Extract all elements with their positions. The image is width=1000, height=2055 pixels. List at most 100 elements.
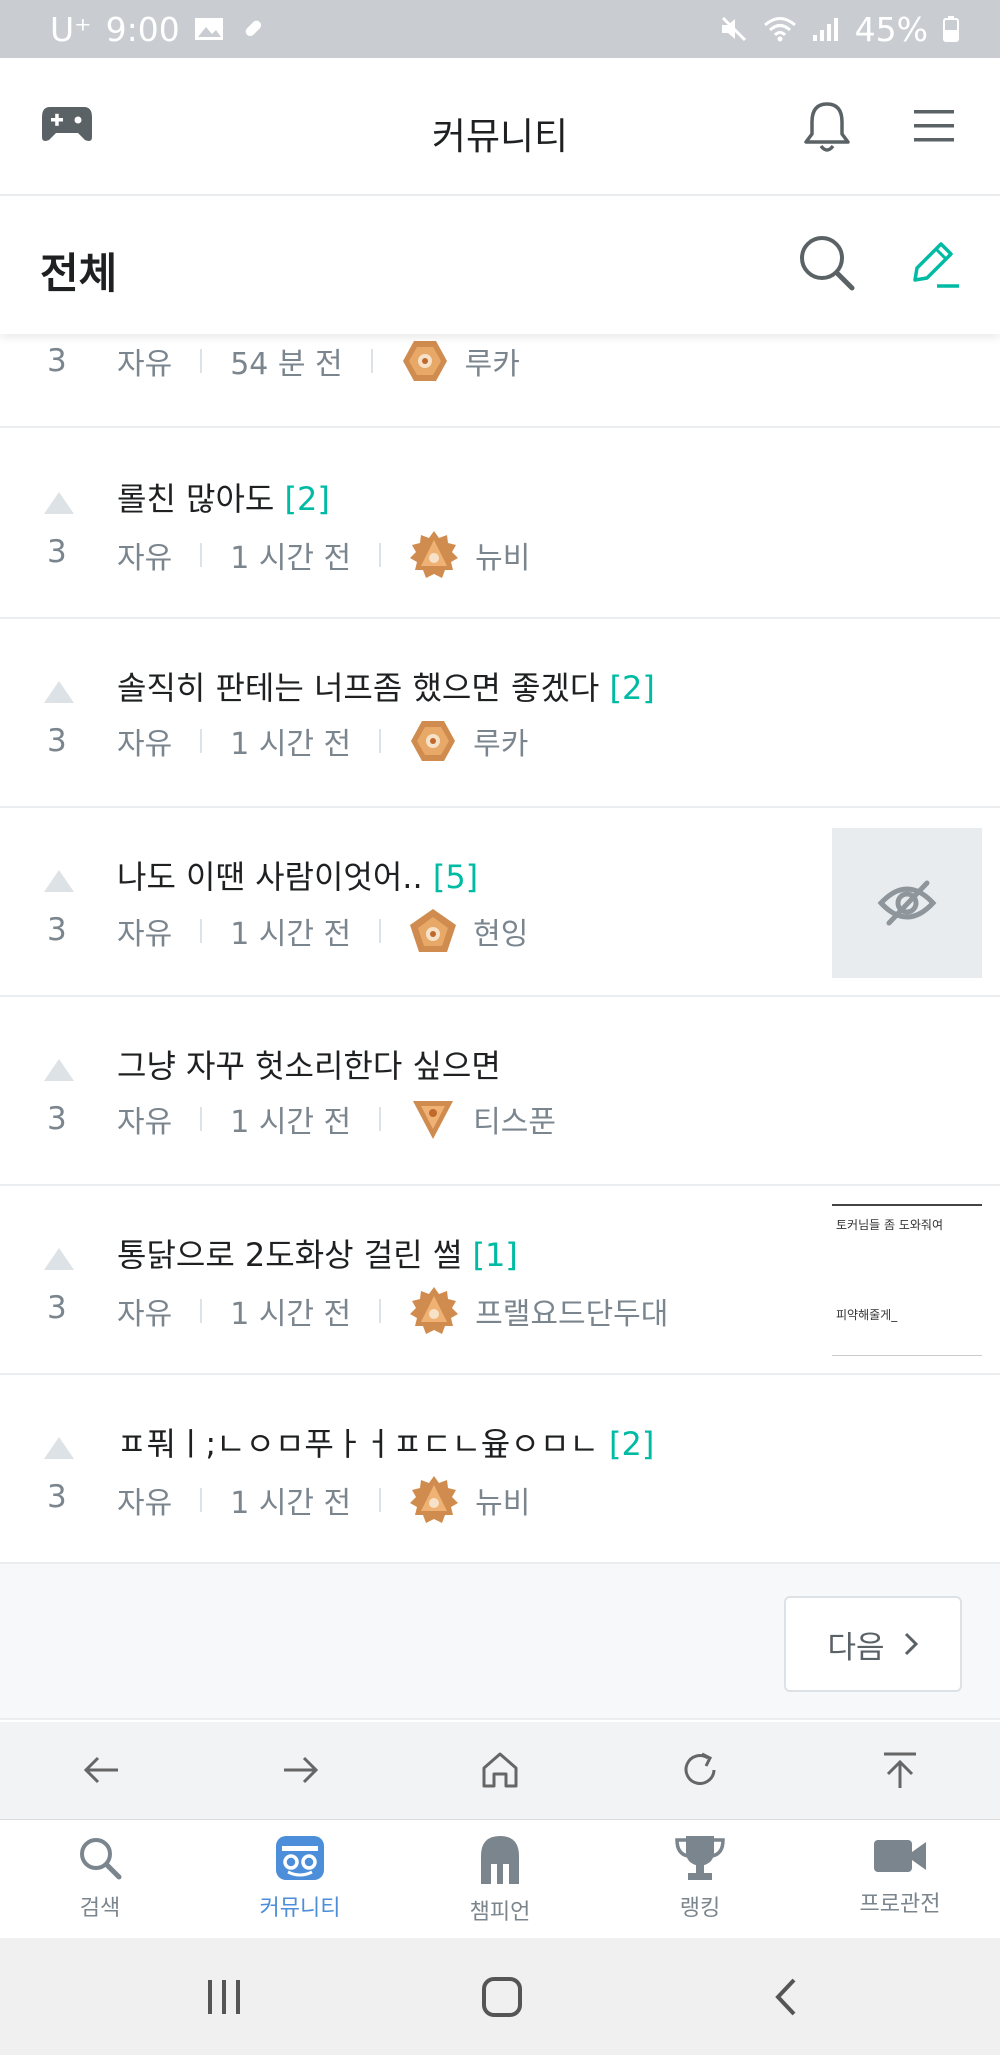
post-title[interactable]: 통닭으로 2도화상 걸린 썰 [1] [117,1230,518,1276]
author-name[interactable]: 루카 [465,339,520,383]
comment-count: [1] [472,1236,518,1274]
tab-ranking[interactable]: 랭킹 [600,1834,800,1922]
meta-divider [200,1488,203,1512]
author-name[interactable]: 뉴비 [475,1478,530,1522]
trophy-icon [675,1836,725,1880]
tab-search[interactable]: 검색 [0,1834,200,1922]
post-title[interactable]: ㅍ풔ㅣ;ㄴㅇㅁ푸ㅏㅓㅍㄷㄴ윺ㅇㅁㄴ [2] [117,1419,654,1465]
helmet-icon [481,1836,519,1884]
post-time: 1 시간 전 [230,727,352,762]
back-button-icon[interactable] [766,1976,806,2018]
comment-count: [2] [609,669,655,707]
tab-champion[interactable]: 챔피언 [400,1834,600,1926]
gallery-notification-icon [194,18,223,40]
community-icon [276,1836,324,1880]
post-title-text: 나도 이땐 사람이엇어.. [117,858,423,896]
forward-arrow-icon[interactable] [278,1748,322,1792]
post-row[interactable]: 3 그냥 자꾸 헛소리한다 싶으면 자유 1 시간 전 티스푼 [0,997,1000,1186]
meta-divider [379,543,382,567]
back-arrow-icon[interactable] [80,1748,124,1792]
upvote-arrow-icon[interactable] [44,1059,74,1081]
write-pencil-icon[interactable] [905,236,961,292]
tier-badge-icon [410,1287,459,1334]
post-meta: 자유 1 시간 전 현잉 [117,908,528,954]
upvote-arrow-icon[interactable] [44,870,74,892]
post-title-text: 솔직히 판테는 너프좀 했으면 좋겠다 [117,669,600,707]
comment-count: [2] [284,480,330,518]
browser-toolbar [0,1722,1000,1820]
tier-badge-icon [402,341,447,381]
tab-community[interactable]: 커뮤니티 [200,1834,400,1922]
board-title[interactable]: 전체 [40,240,117,301]
bell-icon[interactable] [800,98,854,154]
post-row[interactable]: 3 롤친 많아도 [2] 자유 1 시간 전 뉴비 [0,430,1000,619]
battery-icon [943,16,959,42]
bottom-tab-bar: 검색 커뮤니티 챔피언 랭킹 프로관전 [0,1820,1000,1938]
home-icon[interactable] [478,1748,522,1792]
search-icon [80,1838,122,1880]
meta-divider [200,543,203,567]
battery-percent: 45% [854,9,928,49]
post-list: 3 자유 54 분 전 루카 3 롤친 많아도 [2] 자유 1 시간 전 뉴비… [0,334,1000,1564]
refresh-icon[interactable] [678,1748,722,1792]
home-button-icon[interactable] [480,1976,524,2018]
author-name[interactable]: 뉴비 [475,533,530,577]
next-page-label: 다음 [827,1629,885,1666]
upvote-arrow-icon[interactable] [44,1248,74,1270]
board-name: 자유 [117,541,173,576]
recent-apps-icon[interactable] [202,1976,246,2018]
post-row[interactable]: 3 솔직히 판테는 너프좀 했으면 좋겠다 [2] 자유 1 시간 전 루카 [0,619,1000,808]
app-bar: 커뮤니티 [0,58,1000,196]
wifi-icon [763,17,796,42]
post-title[interactable]: 솔직히 판테는 너프좀 했으면 좋겠다 [2] [117,663,655,709]
video-camera-icon [874,1840,926,1872]
post-meta: 자유 54 분 전 루카 [117,339,520,383]
status-bar: U⁺ 9:00 45% [0,0,1000,58]
meta-divider [200,919,203,943]
author-name[interactable]: 루카 [473,719,528,763]
post-thumbnail-image[interactable]: 토커님들 좀 도와줘여 피약해줄게_ [832,1204,982,1356]
thumbnail-caption: 토커님들 좀 도와줘여 [836,1218,943,1232]
board-name: 자유 [117,727,173,762]
post-title-text: 그냥 자꾸 헛소리한다 싶으면 [117,1047,501,1085]
upvote-arrow-icon[interactable] [44,1437,74,1459]
post-row[interactable]: 3 통닭으로 2도화상 걸린 썰 [1] 자유 1 시간 전 프랠요드단두대 토… [0,1186,1000,1375]
upvote-arrow-icon[interactable] [44,681,74,703]
signal-icon [812,18,838,41]
post-title[interactable]: 그냥 자꾸 헛소리한다 싶으면 [117,1041,501,1087]
vote-count: 3 [47,1290,67,1326]
tab-pro-match[interactable]: 프로관전 [800,1834,1000,1918]
post-row[interactable]: 3 자유 54 분 전 루카 [0,334,1000,428]
post-meta: 자유 1 시간 전 프랠요드단두대 [117,1286,668,1336]
meta-divider [379,729,382,753]
author-name[interactable]: 프랠요드단두대 [475,1289,668,1333]
post-meta: 자유 1 시간 전 뉴비 [117,530,530,580]
author-name[interactable]: 현잉 [473,909,528,953]
tier-badge-icon [411,721,456,761]
post-title-text: 롤친 많아도 [117,480,275,518]
upvote-arrow-icon[interactable] [44,492,74,514]
hidden-thumbnail[interactable] [832,828,982,978]
meta-divider [200,1107,203,1131]
clock: 9:00 [105,9,180,49]
post-title[interactable]: 나도 이땐 사람이엇어.. [5] [117,852,478,898]
hamburger-menu-icon[interactable] [910,106,958,146]
meta-divider [200,1299,203,1323]
vote-count: 3 [47,534,67,570]
search-icon[interactable] [796,232,858,294]
post-time: 1 시간 전 [230,1297,352,1332]
chevron-right-icon [904,1632,918,1656]
post-time: 1 시간 전 [230,541,352,576]
tier-badge-icon [410,909,457,952]
meta-divider [200,349,203,373]
tier-badge-icon [410,531,459,578]
post-time: 1 시간 전 [230,1486,352,1521]
author-name[interactable]: 티스푼 [473,1097,556,1141]
next-page-button[interactable]: 다음 [784,1596,962,1692]
post-row[interactable]: 3 나도 이땐 사람이엇어.. [5] 자유 1 시간 전 현잉 [0,808,1000,997]
scroll-top-icon[interactable] [878,1748,922,1792]
post-row[interactable]: 3 ㅍ풔ㅣ;ㄴㅇㅁ푸ㅏㅓㅍㄷㄴ윺ㅇㅁㄴ [2] 자유 1 시간 전 뉴비 [0,1375,1000,1564]
post-title[interactable]: 롤친 많아도 [2] [117,474,330,520]
meta-divider [379,1107,382,1131]
board-name: 자유 [117,917,173,952]
